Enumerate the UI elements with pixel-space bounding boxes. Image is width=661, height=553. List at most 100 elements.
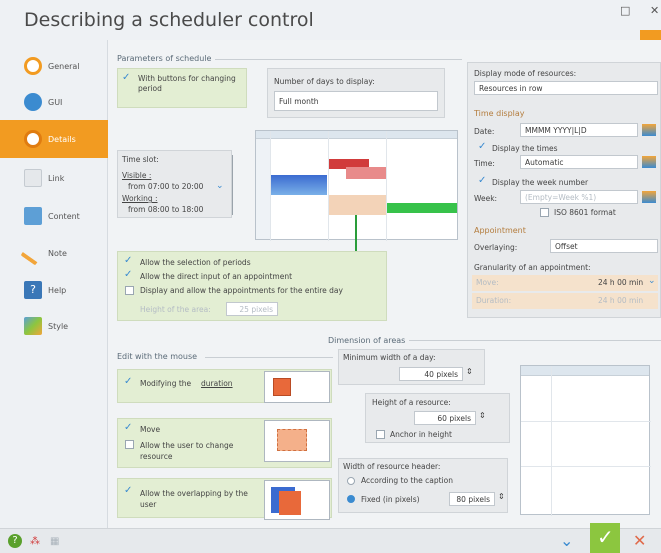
week-icon[interactable] — [642, 191, 656, 203]
check-icon: ✓ — [597, 525, 614, 549]
sidebar-item-style[interactable]: Style — [0, 308, 108, 344]
date-icon[interactable] — [642, 124, 656, 136]
duration-label: Duration: — [476, 296, 512, 305]
divider — [205, 357, 333, 358]
accent-marker — [640, 30, 661, 40]
chevron-down-icon[interactable]: ⌄ — [648, 276, 656, 286]
chevron-down-icon[interactable]: ⌄ — [216, 181, 224, 191]
sidebar-item-details[interactable]: Details — [0, 120, 108, 158]
anchor-checkbox[interactable] — [376, 430, 385, 439]
preview-header — [521, 366, 649, 376]
height-resource-field[interactable]: 60 pixels — [414, 411, 476, 425]
move-value[interactable]: 24 h 00 min — [598, 278, 643, 287]
with-buttons-box: ✓ With buttons for changing period — [117, 68, 247, 108]
grid-line — [521, 421, 651, 422]
header-width-label: Width of resource header: — [343, 462, 441, 471]
grid-icon[interactable]: ▦ — [50, 536, 59, 547]
appointment-title: Appointment — [474, 226, 530, 235]
change-resource-checkbox[interactable] — [125, 440, 134, 449]
sidebar-item-label: Note — [48, 248, 67, 258]
help-circle-icon[interactable]: ? — [8, 534, 22, 548]
dimension-title: Dimension of areas — [328, 336, 410, 345]
date-field[interactable]: MMMM YYYY|L|D — [520, 123, 638, 137]
style-icon — [24, 317, 42, 335]
overlap-block-orange — [279, 491, 301, 515]
check-icon[interactable]: ✓ — [478, 175, 486, 186]
time-icon[interactable] — [642, 156, 656, 168]
bracket-line — [232, 155, 233, 215]
check-icon[interactable]: ✓ — [124, 422, 132, 433]
check-icon[interactable]: ✓ — [124, 376, 132, 387]
visible-link[interactable]: Visible : — [122, 171, 151, 180]
network-icon[interactable]: ⁂ — [30, 536, 40, 547]
grid-line — [521, 466, 651, 467]
sidebar: General GUI Details Link Content Note ? … — [0, 40, 108, 528]
height-resource-box: Height of a resource: 60 pixels ⇕ Anchor… — [365, 393, 510, 443]
iso-label: ISO 8601 format — [554, 208, 616, 217]
check-icon[interactable]: ✓ — [124, 269, 132, 280]
min-width-field[interactable]: 40 pixels — [399, 367, 463, 381]
restore-button[interactable]: □ — [620, 4, 630, 17]
time-combo[interactable]: Automatic — [520, 155, 638, 169]
move-label: Move: — [476, 278, 499, 287]
spinner-icon[interactable]: ⇕ — [498, 492, 505, 501]
appointment-block — [271, 175, 327, 195]
cancel-button[interactable]: ✕ — [633, 531, 646, 550]
sidebar-item-general[interactable]: General — [0, 48, 108, 84]
display-mode-label: Display mode of resources: — [474, 69, 577, 78]
sidebar-item-help[interactable]: ? Help — [0, 272, 108, 308]
entire-day-checkbox[interactable] — [125, 286, 134, 295]
min-width-label: Minimum width of a day: — [343, 353, 436, 362]
according-radio[interactable] — [347, 477, 355, 485]
min-width-box: Minimum width of a day: 40 pixels ⇕ — [338, 349, 485, 385]
selection-area — [329, 195, 386, 215]
details-icon — [24, 130, 42, 148]
window-title: Describing a scheduler control — [24, 9, 314, 31]
week-field[interactable]: (Empty=Week %1) — [520, 190, 638, 204]
height-area-field[interactable]: 25 pixels — [226, 302, 278, 316]
section-params-title: Parameters of schedule — [117, 54, 216, 63]
spinner-icon[interactable]: ⇕ — [479, 411, 486, 420]
connector-line — [355, 215, 357, 251]
sidebar-item-label: General — [48, 61, 80, 71]
display-mode-combo[interactable]: Resources in row — [474, 81, 658, 95]
days-combo[interactable]: Full month — [274, 91, 438, 111]
chevron-down-icon[interactable]: ⌄ — [560, 531, 573, 550]
gui-icon — [24, 93, 42, 111]
ok-button[interactable]: ✓ — [590, 523, 620, 553]
grid-line — [551, 366, 552, 516]
sidebar-item-link[interactable]: Link — [0, 160, 108, 196]
sidebar-item-gui[interactable]: GUI — [0, 84, 108, 120]
modify-label: Modifying the — [140, 379, 192, 388]
sidebar-item-content[interactable]: Content — [0, 198, 108, 234]
display-week-label: Display the week number — [492, 178, 589, 187]
fixed-field[interactable]: 80 pixels — [449, 492, 495, 506]
working-range: from 08:00 to 18:00 — [128, 205, 204, 214]
allow-direct-label: Allow the direct input of an appointment — [140, 272, 293, 281]
spinner-icon[interactable]: ⇕ — [466, 367, 473, 376]
sidebar-item-label: Link — [48, 173, 65, 183]
sidebar-item-label: Details — [48, 134, 76, 144]
duration-value[interactable]: 24 h 00 min — [598, 296, 643, 305]
sidebar-item-note[interactable]: Note — [0, 235, 108, 271]
height-resource-label: Height of a resource: — [372, 398, 451, 407]
close-window-button[interactable]: ✕ — [650, 4, 659, 17]
display-times-label: Display the times — [492, 144, 558, 153]
check-icon[interactable]: ✓ — [122, 72, 130, 83]
check-icon[interactable]: ✓ — [124, 255, 132, 266]
duration-link[interactable]: duration — [201, 379, 233, 388]
time-column — [256, 139, 270, 239]
right-panel: Display mode of resources: Resources in … — [467, 62, 661, 318]
check-icon[interactable]: ✓ — [124, 485, 132, 496]
duration-preview — [264, 371, 330, 403]
fixed-radio[interactable] — [347, 495, 355, 503]
note-icon — [20, 240, 46, 266]
iso-checkbox[interactable] — [540, 208, 549, 217]
move-preview — [264, 420, 330, 462]
fixed-label: Fixed (in pixels) — [361, 495, 420, 504]
dimension-preview — [520, 365, 651, 516]
working-link[interactable]: Working : — [122, 194, 158, 203]
check-icon[interactable]: ✓ — [478, 141, 486, 152]
overlaying-combo[interactable]: Offset — [550, 239, 658, 253]
sidebar-item-label: Help — [48, 285, 67, 295]
